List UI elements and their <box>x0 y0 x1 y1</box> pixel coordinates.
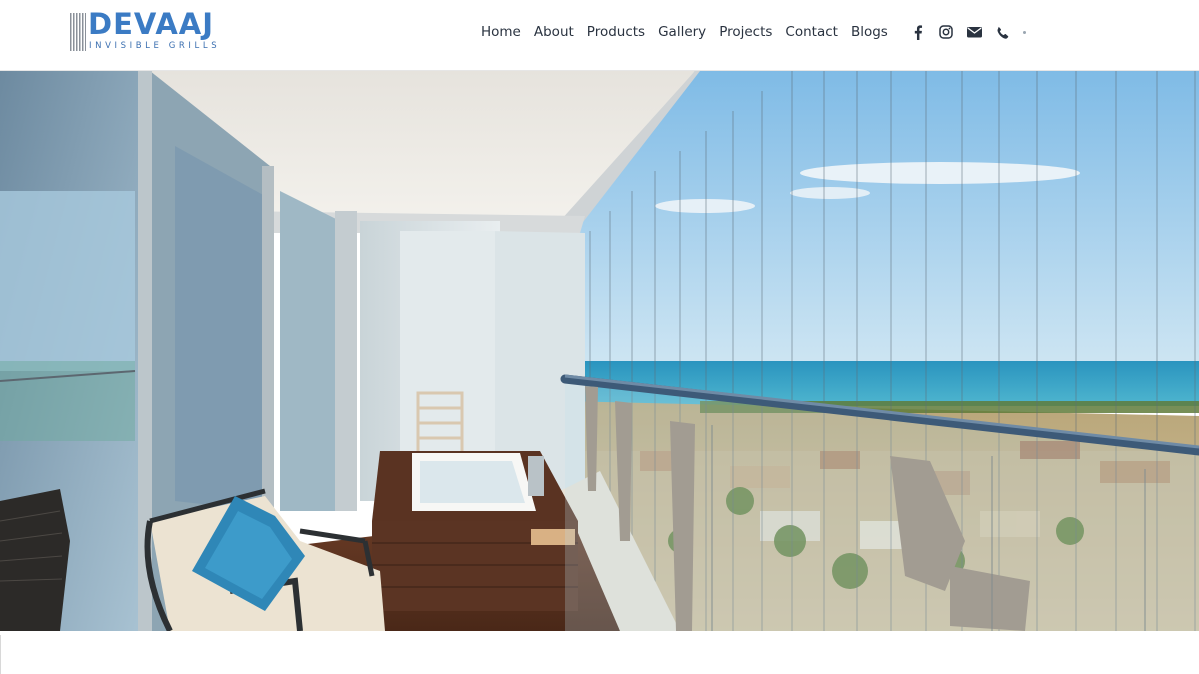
brand-name: DEVAAJ <box>88 7 215 41</box>
email-icon[interactable] <box>965 23 983 41</box>
brand-tagline: INVISIBLE GRILLS <box>89 41 221 51</box>
brand-logo[interactable]: DEVAAJ INVISIBLE GRILLS <box>70 7 240 53</box>
nav-about[interactable]: About <box>534 22 574 42</box>
nav-projects[interactable]: Projects <box>719 22 772 42</box>
main-nav: Home About Products Gallery Projects Con… <box>481 22 901 42</box>
instagram-icon[interactable] <box>937 23 955 41</box>
nav-products[interactable]: Products <box>587 22 645 42</box>
hero-banner <box>0 71 1199 631</box>
nav-blogs[interactable]: Blogs <box>851 22 888 42</box>
site-header: DEVAAJ INVISIBLE GRILLS Home About Produ… <box>0 0 1199 71</box>
page-below-hero <box>0 631 1199 674</box>
section-edge-divider <box>0 635 1 674</box>
nav-gallery[interactable]: Gallery <box>658 22 706 42</box>
grille-bars-icon <box>70 13 86 51</box>
nav-home[interactable]: Home <box>481 22 521 42</box>
more-dot <box>1023 30 1026 34</box>
facebook-icon[interactable] <box>909 23 927 41</box>
social-links <box>909 23 1026 41</box>
phone-icon[interactable] <box>993 23 1011 41</box>
balcony-hero-image <box>0 71 1199 631</box>
nav-contact[interactable]: Contact <box>785 22 838 42</box>
